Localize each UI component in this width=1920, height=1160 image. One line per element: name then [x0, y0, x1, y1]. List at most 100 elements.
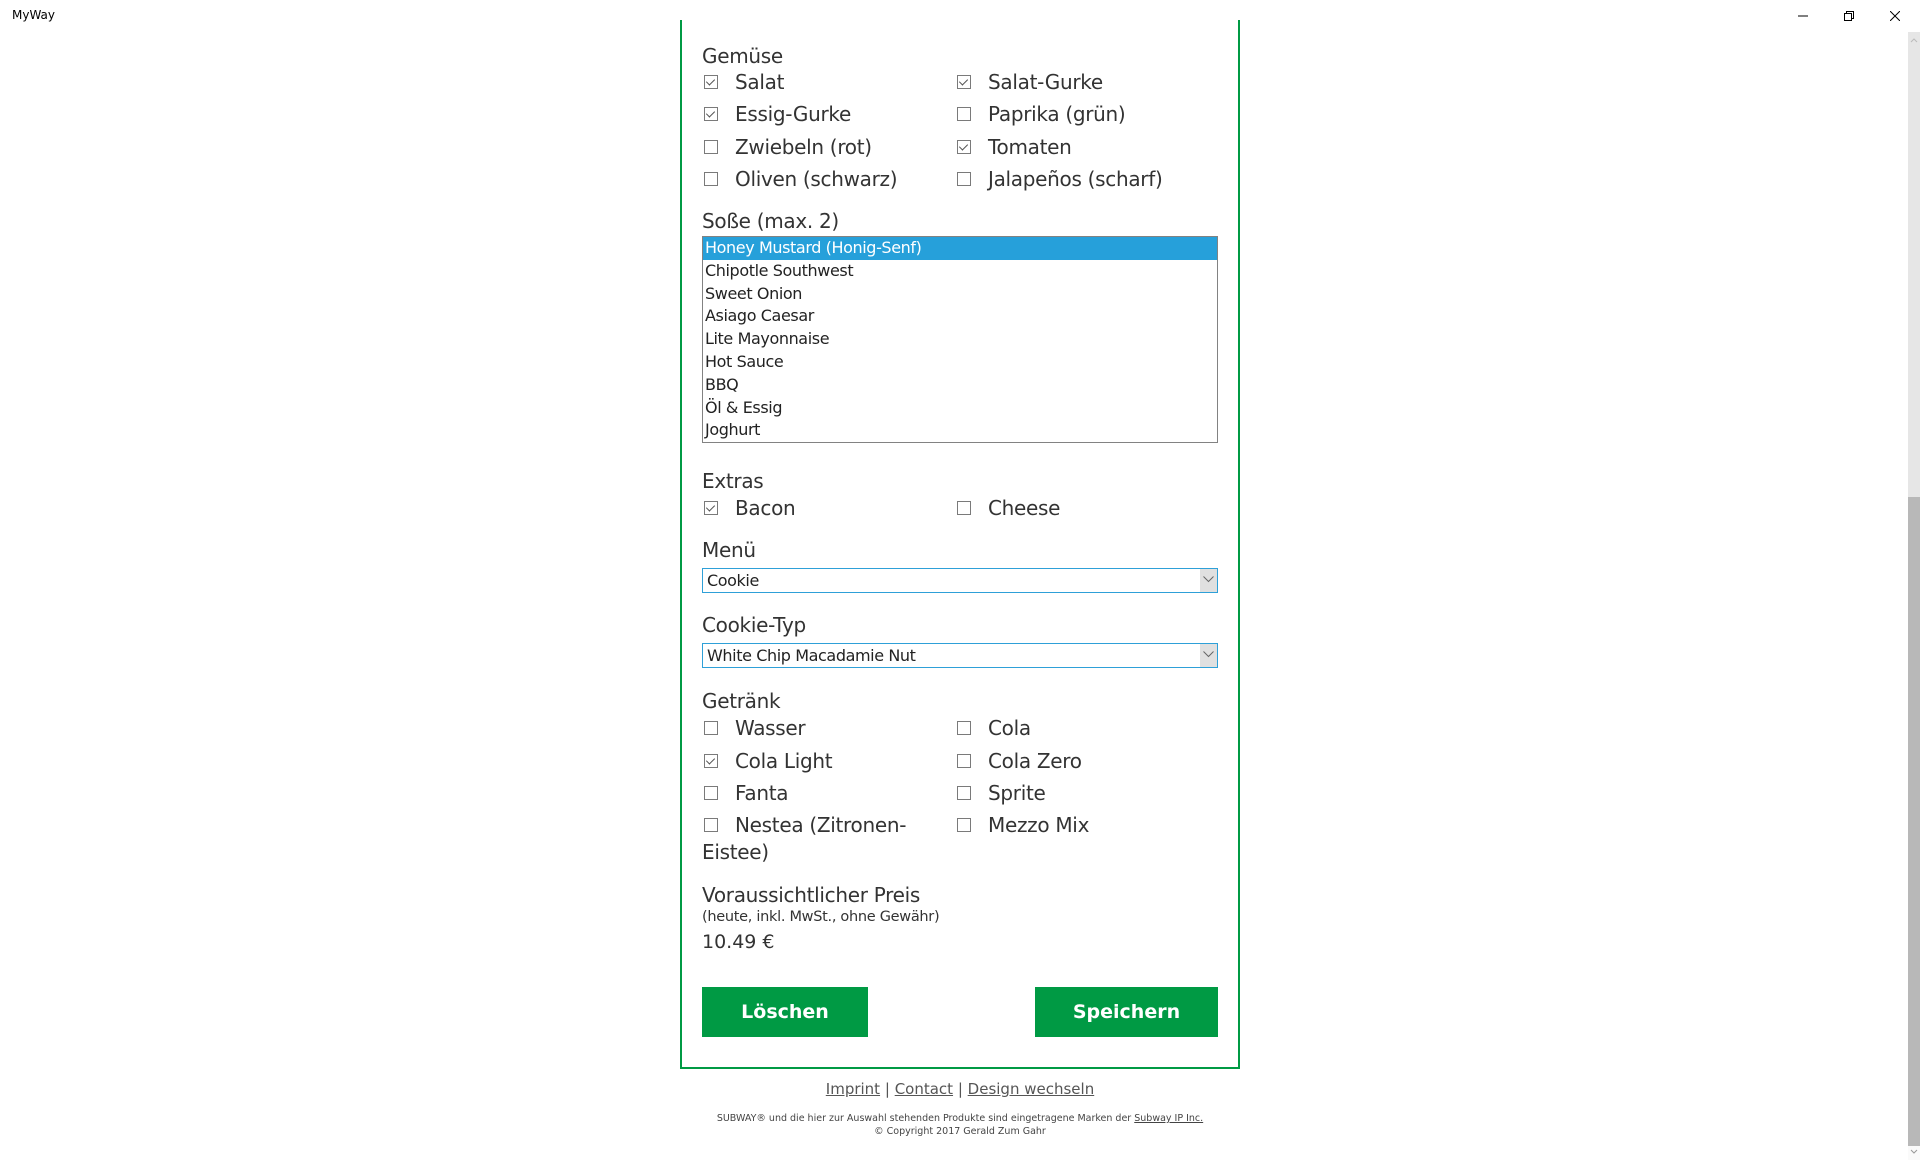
sauce-option[interactable]: Honey Mustard (Honig-Senf) [703, 237, 1217, 260]
checkbox-unchecked-icon[interactable] [704, 721, 718, 735]
checkbox-unchecked-icon[interactable] [704, 786, 718, 800]
checkbox-unchecked-icon[interactable] [957, 786, 971, 800]
checkbox-option[interactable]: Jalapeños (scharf) [957, 166, 1163, 191]
checkbox-label: Tomaten [988, 134, 1072, 159]
checkbox-unchecked-icon[interactable] [957, 721, 971, 735]
checkbox-label: Paprika (grün) [988, 102, 1126, 127]
delete-button[interactable]: Löschen [702, 987, 868, 1037]
checkbox-option[interactable]: Zwiebeln (rot) [704, 135, 872, 159]
sauce-option[interactable]: Joghurt [703, 419, 1217, 442]
checkbox-unchecked-icon[interactable] [957, 501, 971, 515]
sauce-option[interactable]: Lite Mayonnaise [703, 328, 1217, 351]
cookie-type-label: Cookie-Typ [702, 613, 806, 637]
checkbox-option[interactable]: Paprika (grün) [957, 102, 1126, 127]
checkbox-option[interactable]: Salat [704, 70, 784, 94]
checkbox-label: Cola [988, 716, 1031, 740]
scroll-up-arrow-icon[interactable] [1909, 36, 1920, 46]
checkbox-option[interactable]: Tomaten [957, 135, 1072, 159]
checkbox-option[interactable]: Wasser [704, 716, 806, 740]
checkbox-checked-icon[interactable] [704, 754, 718, 768]
sauce-option[interactable]: Hot Sauce [703, 351, 1217, 374]
vegetables-label: Gemüse [702, 44, 783, 68]
drink-label-continuation: Eistee) [702, 840, 769, 864]
sauce-option[interactable]: Chipotle Southwest [703, 260, 1217, 283]
checkbox-label: Salat-Gurke [988, 70, 1103, 94]
minimize-icon [1798, 15, 1808, 17]
checkbox-label: Essig-Gurke [735, 102, 851, 127]
checkbox-unchecked-icon[interactable] [704, 171, 718, 186]
trademark-notice: SUBWAY® und die hier zur Auswahl stehend… [0, 1113, 1920, 1124]
cookie-type-select[interactable]: White Chip Macadamie Nut [702, 643, 1218, 668]
save-button[interactable]: Speichern [1035, 987, 1218, 1037]
scrollbar-thumb[interactable] [1908, 497, 1920, 1146]
checkbox-label: Bacon [735, 496, 796, 520]
checkbox-checked-icon[interactable] [704, 107, 718, 122]
cookie-type-select-value: White Chip Macadamie Nut [707, 646, 916, 665]
sauce-label: Soße (max. 2) [702, 209, 839, 233]
checkbox-option[interactable]: Bacon [704, 496, 796, 520]
restore-icon [1844, 11, 1854, 21]
checkbox-option[interactable]: Nestea (Zitronen- [704, 813, 906, 837]
app-title: MyWay [12, 8, 56, 22]
checkbox-option[interactable]: Oliven (schwarz) [704, 166, 898, 191]
checkbox-label: Jalapeños (scharf) [988, 166, 1163, 191]
checkbox-unchecked-icon[interactable] [704, 818, 718, 832]
checkbox-label: Nestea (Zitronen- [735, 813, 907, 837]
checkbox-label: Oliven (schwarz) [735, 166, 898, 191]
sauce-option[interactable]: Öl & Essig [703, 397, 1217, 420]
minimize-button[interactable] [1780, 0, 1826, 32]
checkbox-option[interactable]: Sprite [957, 781, 1046, 805]
sauce-option[interactable]: BBQ [703, 374, 1217, 397]
footer-separator: | [884, 1080, 890, 1098]
checkbox-option[interactable]: Cola Light [704, 749, 833, 773]
copyright: © Copyright 2017 Gerald Zum Gahr [874, 1126, 1046, 1137]
checkbox-label: Zwiebeln (rot) [735, 134, 872, 159]
menu-label: Menü [702, 538, 756, 562]
menu-select-value: Cookie [707, 571, 759, 590]
scroll-down-arrow-icon[interactable] [1909, 1147, 1920, 1157]
design-switch-link[interactable]: Design wechseln [968, 1080, 1095, 1098]
checkbox-checked-icon[interactable] [704, 501, 718, 515]
checkbox-option[interactable]: Cola Zero [957, 749, 1082, 773]
menu-dropdown-toggle[interactable] [1200, 569, 1217, 592]
checkbox-option[interactable]: Essig-Gurke [704, 102, 851, 126]
chevron-down-icon [1203, 651, 1214, 658]
scrollbar-track[interactable] [1908, 32, 1920, 497]
footer-links: Imprint | Contact | Design wechseln [0, 1080, 1920, 1098]
checkbox-label: Mezzo Mix [988, 813, 1090, 837]
vertical-scrollbar[interactable] [1908, 32, 1920, 1160]
sauce-option[interactable]: Asiago Caesar [703, 305, 1217, 328]
close-icon [1890, 11, 1900, 21]
close-button[interactable] [1872, 0, 1918, 32]
footer-separator: | [957, 1080, 963, 1098]
checkbox-checked-icon[interactable] [957, 139, 971, 154]
checkbox-option[interactable]: Fanta [704, 781, 789, 805]
sauce-option[interactable]: Sweet Onion [703, 283, 1217, 306]
checkbox-option[interactable]: Cheese [957, 496, 1060, 520]
restore-button[interactable] [1826, 0, 1872, 32]
checkbox-option[interactable]: Salat-Gurke [957, 70, 1103, 94]
checkbox-checked-icon[interactable] [957, 75, 971, 89]
menu-select[interactable]: Cookie [702, 568, 1218, 593]
price-note: (heute, inkl. MwSt., ohne Gewähr) [702, 909, 940, 925]
checkbox-checked-icon[interactable] [704, 75, 718, 89]
checkbox-unchecked-icon[interactable] [957, 754, 971, 768]
checkbox-label: Wasser [735, 716, 806, 740]
checkbox-label: Salat [735, 70, 785, 94]
checkbox-option[interactable]: Mezzo Mix [957, 813, 1089, 837]
checkbox-unchecked-icon[interactable] [957, 107, 971, 122]
cookie-type-dropdown-toggle[interactable] [1200, 644, 1217, 667]
checkbox-unchecked-icon[interactable] [704, 139, 718, 154]
contact-link[interactable]: Contact [895, 1080, 953, 1098]
checkbox-unchecked-icon[interactable] [957, 171, 971, 186]
checkbox-option[interactable]: Cola [957, 716, 1031, 740]
price-value: 10.49 € [702, 931, 775, 953]
extras-label: Extras [702, 469, 764, 493]
imprint-link[interactable]: Imprint [826, 1080, 880, 1098]
checkbox-label: Sprite [988, 781, 1046, 805]
sauce-listbox[interactable]: Honey Mustard (Honig-Senf) Chipotle South… [702, 236, 1218, 443]
drinks-label: Getränk [702, 689, 781, 713]
checkbox-unchecked-icon[interactable] [957, 818, 971, 832]
checkbox-label: Cola Zero [988, 749, 1082, 773]
subway-ip-link[interactable]: Subway IP Inc. [1134, 1113, 1203, 1124]
